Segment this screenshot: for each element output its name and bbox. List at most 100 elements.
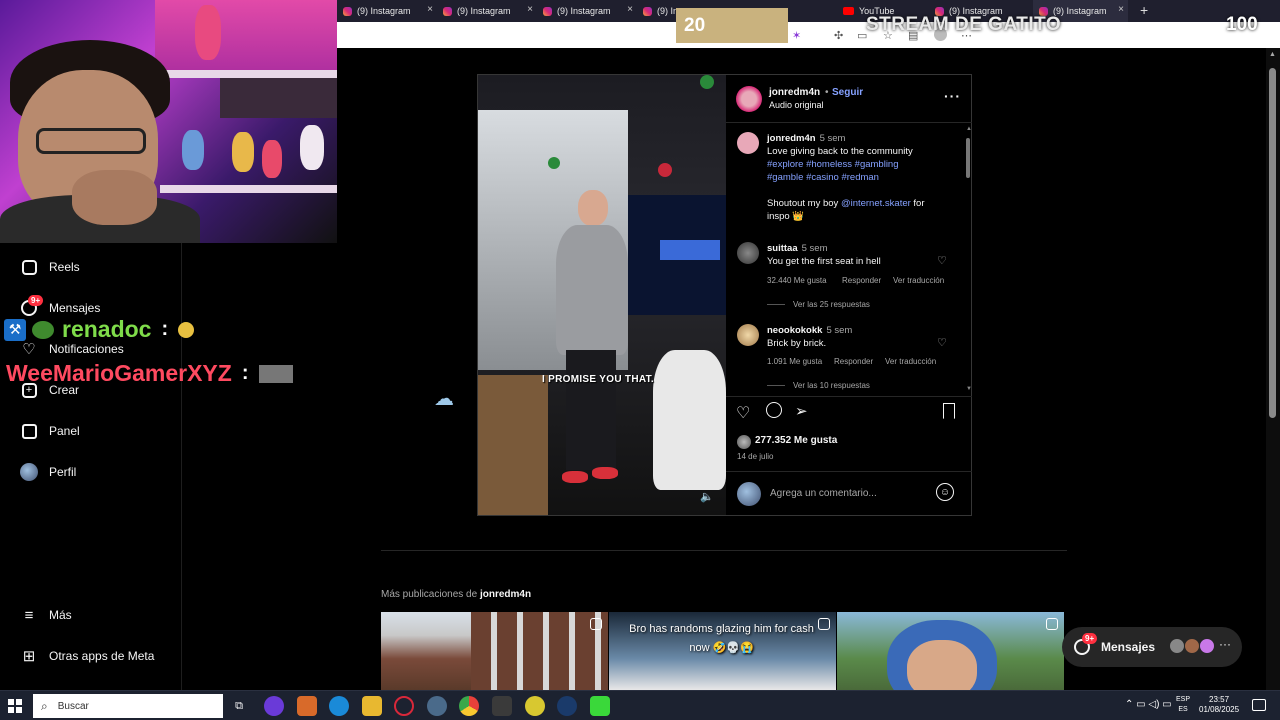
screen: (9) Instagram × (9) Instagram × (9) Inst… [0, 0, 1280, 720]
like-heart-icon[interactable]: ♡ [736, 403, 750, 423]
post-date: 14 de julio [737, 452, 774, 461]
caption-hashtags[interactable]: #explore #homeless #gambling [767, 158, 963, 171]
emote-icon [258, 364, 293, 383]
reel-icon [1046, 618, 1058, 630]
instagram-icon [643, 6, 652, 16]
author-username[interactable]: jonredm4n [769, 87, 820, 98]
translate-button[interactable]: Ver traducción [893, 276, 944, 285]
page-scrollbar[interactable]: ▲ [1266, 48, 1280, 690]
extension-icon[interactable]: ✶ [792, 29, 801, 42]
caption-username[interactable]: jonredm4n [767, 133, 816, 144]
clock-date: 01/08/2025 [1199, 705, 1240, 714]
post-likes[interactable]: 277.352 Me gusta [755, 435, 837, 446]
language-indicator[interactable]: ESP ES [1176, 695, 1190, 715]
author-avatar[interactable] [737, 132, 759, 154]
like-comment-icon[interactable]: ♡ [937, 336, 947, 349]
close-tab-icon[interactable]: × [527, 4, 533, 15]
reply-button[interactable]: Responder [834, 357, 873, 366]
nav-item-label: Panel [49, 424, 80, 438]
comments-scrollbar[interactable]: ▲ ▼ [964, 124, 972, 396]
app-icon[interactable] [264, 696, 284, 716]
follow-button[interactable]: Seguir [832, 87, 863, 98]
chat-separator: : [241, 362, 249, 384]
browser-tab[interactable]: (9) Instagram × [537, 0, 637, 22]
task-view-icon[interactable]: ⧉ [229, 696, 249, 716]
search-icon: ⌕ [41, 698, 48, 713]
windows-start-icon[interactable] [8, 699, 22, 713]
comment-username[interactable]: suittaa [767, 243, 798, 254]
more-contacts-icon: ··· [1219, 637, 1231, 651]
comment-bubble-icon[interactable] [766, 402, 782, 418]
more-posts-username[interactable]: jonredm4n [480, 589, 531, 600]
opera-icon[interactable] [394, 696, 414, 716]
pepe-emote-icon [32, 320, 54, 339]
comment-username[interactable]: neookokokk [767, 325, 822, 336]
post-header: jonredm4n • Seguir Audio original ··· [726, 75, 972, 123]
edge-icon[interactable] [329, 696, 349, 716]
nav-item-more[interactable]: ≡ Más [20, 606, 72, 624]
view-replies-button[interactable]: Ver las 25 respuestas [767, 300, 870, 309]
chat-username: WeeMarioGamerXYZ [6, 360, 232, 386]
save-bookmark-icon[interactable] [943, 403, 955, 419]
hammer-badge-icon: ⚒ [4, 318, 26, 341]
app-icon[interactable] [427, 696, 447, 716]
caption-hashtags[interactable]: #gamble #casino #redman [767, 171, 963, 184]
post-thumbnail[interactable] [381, 612, 608, 690]
caption-text: for [910, 198, 925, 209]
close-tab-icon[interactable]: × [427, 4, 433, 15]
nav-item-meta-apps[interactable]: ⊞ Otras apps de Meta [20, 647, 155, 665]
chat-username: renadoc [62, 316, 152, 342]
close-tab-icon[interactable]: × [1118, 4, 1124, 15]
like-comment-icon[interactable]: ♡ [937, 254, 947, 267]
close-tab-icon[interactable]: × [627, 4, 633, 15]
extensions-puzzle-icon[interactable]: ✣ [834, 29, 843, 42]
commenter-avatar[interactable] [737, 324, 759, 346]
kick-icon[interactable] [590, 696, 610, 716]
post-thumbnail[interactable] [837, 612, 1064, 690]
scrollbar-thumb[interactable] [1269, 68, 1276, 418]
nav-item-panel[interactable]: Panel [20, 422, 80, 440]
add-comment-bar: ☺ [726, 471, 972, 515]
comment-likes[interactable]: 1.091 Me gusta [767, 357, 822, 366]
file-explorer-icon[interactable] [362, 696, 382, 716]
emoji-icon[interactable]: ☺ [936, 483, 954, 501]
nav-item-reels[interactable]: Reels [20, 258, 80, 276]
chat-message: ⚒ renadoc : [4, 316, 195, 343]
taskbar-search[interactable]: ⌕ Buscar [33, 694, 223, 718]
comment-input[interactable] [770, 485, 930, 501]
audio-link[interactable]: Audio original [769, 100, 824, 110]
commenter-avatar[interactable] [737, 242, 759, 264]
comment-likes[interactable]: 32.440 Me gusta [767, 276, 827, 285]
mention-link[interactable]: @internet.skater [841, 198, 911, 209]
author-avatar[interactable] [736, 86, 762, 112]
reel-video[interactable]: I PROMISE YOU THAT. 🔈 [478, 75, 726, 515]
new-tab-button[interactable]: + [1140, 2, 1148, 18]
stream-counter-right: 100 [1226, 14, 1258, 35]
system-tray-icons[interactable]: ⌃ ▭ ◁) ▭ [1125, 699, 1172, 710]
taskbar-clock[interactable]: 23:57 01/08/2025 [1199, 695, 1239, 715]
chrome-icon[interactable] [459, 696, 479, 716]
steam-icon[interactable] [557, 696, 577, 716]
tab-label: (9) In [657, 6, 679, 16]
contact-avatar [1169, 638, 1185, 654]
view-replies-button[interactable]: Ver las 10 respuestas [767, 381, 870, 390]
nav-item-profile[interactable]: Perfil [20, 463, 76, 481]
post-thumbnail[interactable]: Bro has randoms glazing him for cash now… [609, 612, 836, 690]
browser-tab[interactable]: (9) Instagram × [337, 0, 437, 22]
app-icon[interactable] [525, 696, 545, 716]
share-paper-plane-icon[interactable]: ➢ [795, 402, 808, 420]
video-caption: I PROMISE YOU THAT. [542, 374, 655, 385]
notification-icon[interactable] [1252, 699, 1266, 711]
messages-floating-button[interactable]: 9+ Mensajes ··· [1062, 627, 1242, 667]
caption-text: Love giving back to the community [767, 146, 913, 157]
volume-icon[interactable]: 🔈 [700, 490, 714, 503]
translate-button[interactable]: Ver traducción [885, 357, 936, 366]
reply-button[interactable]: Responder [842, 276, 881, 285]
more-posts-heading: Más publicaciones de jonredm4n [381, 589, 531, 600]
app-icon[interactable] [297, 696, 317, 716]
browser-tab[interactable]: (9) Instagram × [437, 0, 537, 22]
app-icon[interactable] [492, 696, 512, 716]
nav-item-label: Más [49, 608, 72, 622]
more-options-icon[interactable]: ··· [944, 88, 961, 104]
reels-icon [20, 258, 38, 276]
